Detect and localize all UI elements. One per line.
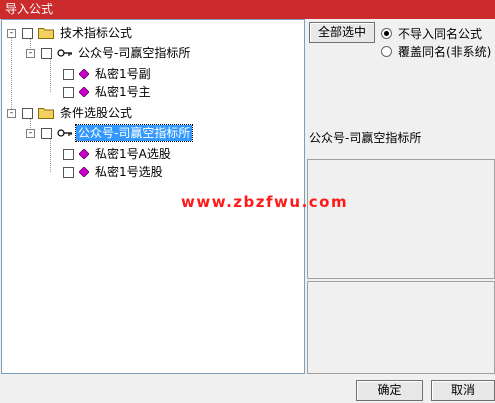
gem-icon xyxy=(79,167,89,177)
tree-label: 私密1号主 xyxy=(95,85,151,99)
key-icon xyxy=(57,49,72,57)
radio-overwrite[interactable]: 覆盖同名(非系统) xyxy=(381,43,491,60)
tree-label: 私密1号副 xyxy=(95,67,151,81)
radio-button[interactable] xyxy=(381,28,392,39)
tree-label: 私密1号选股 xyxy=(95,165,163,179)
tree-checkbox[interactable] xyxy=(22,107,33,119)
gem-icon xyxy=(79,149,89,159)
description-panel xyxy=(307,281,495,374)
tree-checkbox[interactable] xyxy=(63,166,74,178)
tree-item[interactable]: 私密1号主 xyxy=(63,83,153,101)
key-icon xyxy=(57,129,72,137)
watermark-text: www.zbzfwu.com xyxy=(181,193,349,211)
tree-label: 私密1号A选股 xyxy=(95,147,171,161)
tree-item[interactable]: 私密1号副 xyxy=(63,65,153,83)
ok-button[interactable]: 确定 xyxy=(356,380,423,401)
radio-label: 覆盖同名(非系统) xyxy=(398,45,492,59)
tree-label-selected: 公众号-司赢空指标所 xyxy=(74,124,194,142)
cancel-button[interactable]: 取消 xyxy=(431,380,495,401)
radio-no-import[interactable]: 不导入同名公式 xyxy=(381,25,482,42)
tree-group-tech[interactable]: - 技术指标公式 xyxy=(7,24,134,42)
folder-icon xyxy=(38,28,54,39)
tree-checkbox[interactable] xyxy=(22,27,33,39)
tree-checkbox[interactable] xyxy=(63,68,74,80)
tree-label: 技术指标公式 xyxy=(60,26,133,40)
tree-checkbox[interactable] xyxy=(41,47,52,59)
tree-label: 公众号-司赢空指标所 xyxy=(78,46,191,60)
tree-line xyxy=(11,36,12,111)
detail-name: 公众号-司赢空指标所 xyxy=(309,131,422,145)
tree-checkbox[interactable] xyxy=(63,86,74,98)
gem-icon xyxy=(79,69,89,79)
tree-item[interactable]: 私密1号选股 xyxy=(63,163,165,181)
collapse-icon[interactable]: - xyxy=(7,28,16,38)
collapse-icon[interactable]: - xyxy=(26,128,35,138)
detail-panel xyxy=(307,159,495,279)
radio-label: 不导入同名公式 xyxy=(398,27,483,41)
window-title: 导入公式 xyxy=(0,0,495,19)
tree-checkbox[interactable] xyxy=(41,127,52,139)
select-all-button[interactable]: 全部选中 xyxy=(309,22,375,43)
tree-node-account-tech[interactable]: - 公众号-司赢空指标所 xyxy=(26,44,192,62)
radio-button[interactable] xyxy=(381,46,392,57)
tree-group-stock-selection[interactable]: - 条件选股公式 xyxy=(7,104,134,122)
tree-node-account-selection[interactable]: - 公众号-司赢空指标所 xyxy=(26,124,194,142)
collapse-icon[interactable]: - xyxy=(26,48,35,58)
collapse-icon[interactable]: - xyxy=(7,108,16,118)
folder-icon xyxy=(38,108,54,119)
tree-label: 条件选股公式 xyxy=(60,106,133,120)
gem-icon xyxy=(79,87,89,97)
tree-checkbox[interactable] xyxy=(63,148,74,160)
tree-item[interactable]: 私密1号A选股 xyxy=(63,145,173,163)
